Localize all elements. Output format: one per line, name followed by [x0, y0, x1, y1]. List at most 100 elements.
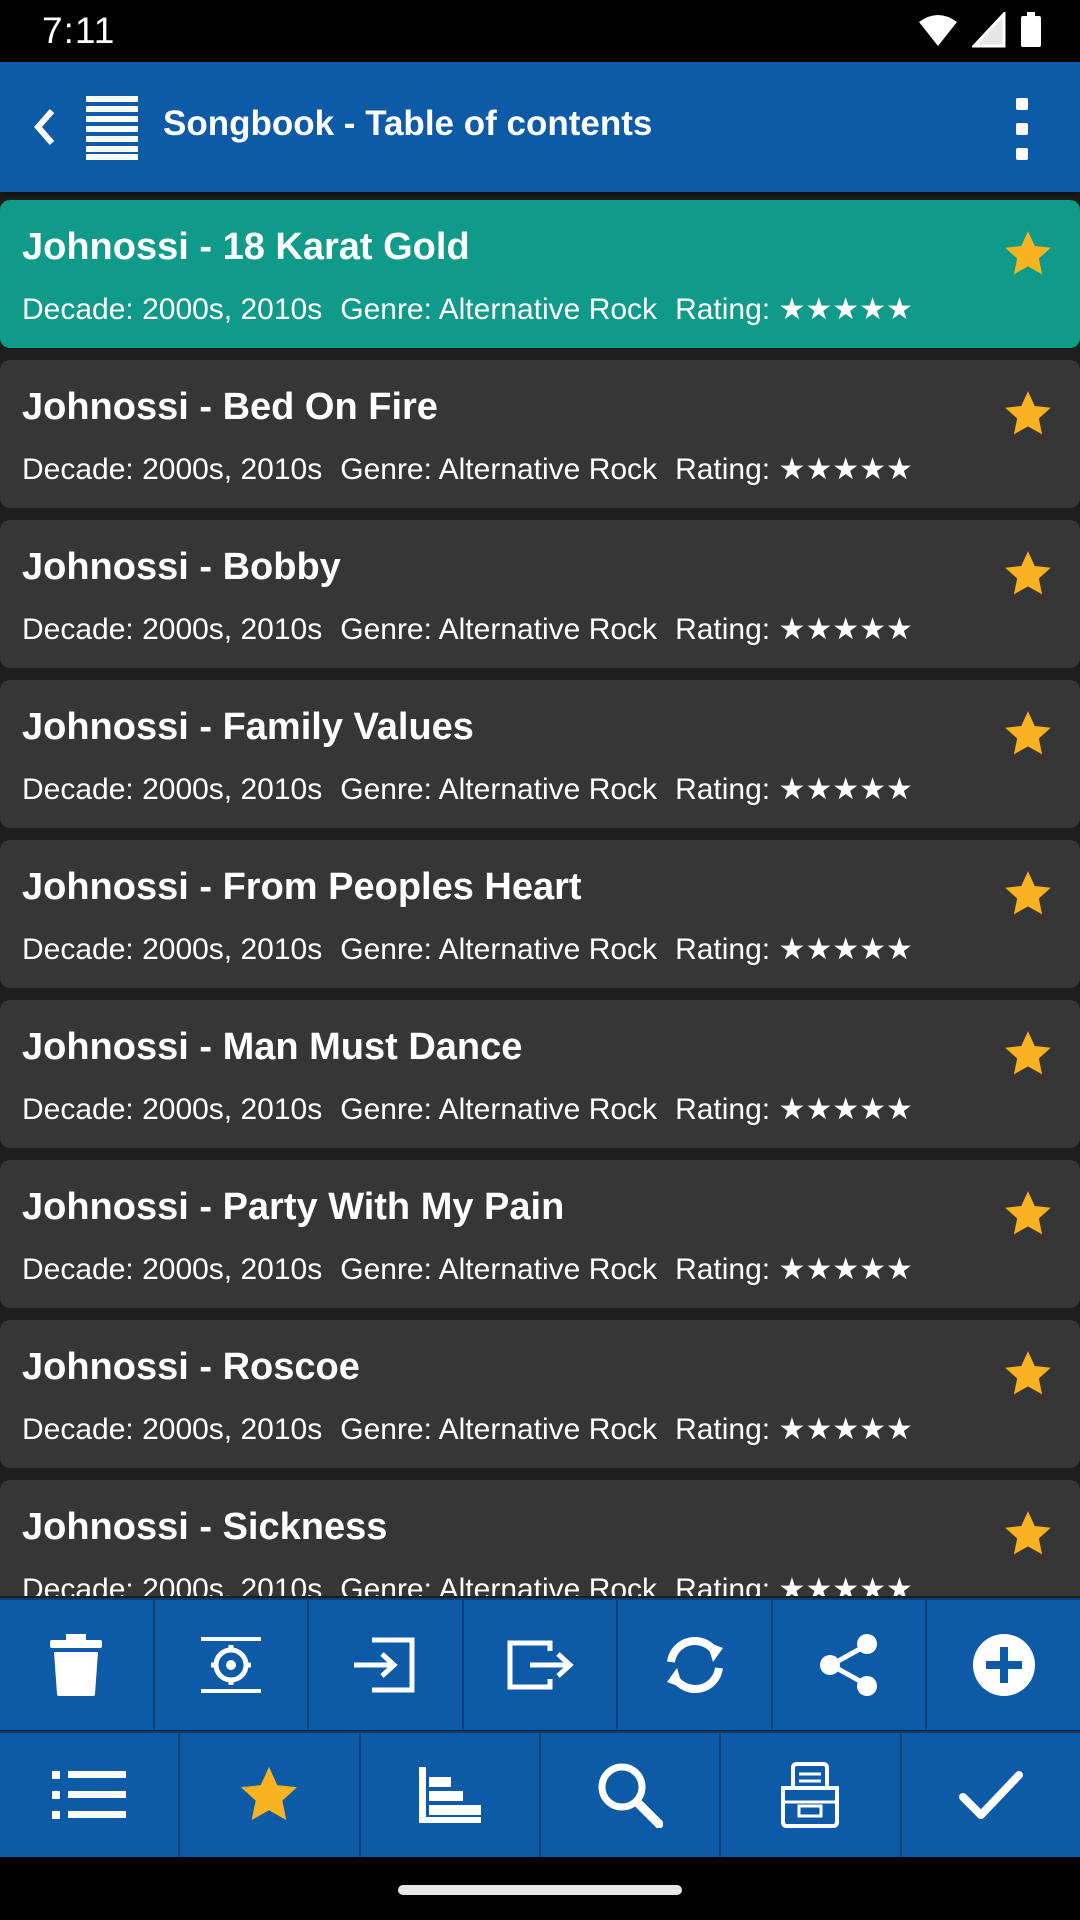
add-button[interactable]	[927, 1600, 1080, 1730]
song-genre: Genre: Alternative Rock	[340, 293, 658, 326]
song-meta: Decade: 2000s, 2010s Genre: Alternative R…	[22, 1092, 931, 1127]
song-genre: Genre: Alternative Rock	[340, 1253, 658, 1286]
favorite-star-icon[interactable]	[1002, 228, 1054, 280]
export-icon	[507, 1640, 574, 1690]
favorite-star-icon[interactable]	[1002, 1028, 1054, 1080]
settings-button[interactable]	[155, 1600, 310, 1730]
favorites-button[interactable]	[180, 1733, 361, 1857]
favorite-star-icon[interactable]	[1002, 388, 1054, 440]
overflow-menu-button[interactable]	[1010, 98, 1034, 160]
song-decade: Decade: 2000s, 2010s	[22, 293, 323, 326]
app-root: 7:11 Songbook - Table of contents Johnos…	[0, 0, 1080, 1920]
song-meta: Decade: 2000s, 2010s Genre: Alternative R…	[22, 1252, 931, 1287]
song-list-item[interactable]: Johnossi - Sickness Decade: 2000s, 2010s G…	[0, 1480, 1080, 1596]
print-button[interactable]	[721, 1733, 902, 1857]
status-time: 7:11	[42, 10, 116, 51]
settings-gear-icon	[200, 1637, 261, 1693]
song-list-item[interactable]: Johnossi - 18 Karat Gold Decade: 2000s, 2…	[0, 200, 1080, 348]
song-rating: Rating: ★★★★★	[675, 1093, 913, 1126]
print-icon	[781, 1762, 840, 1828]
search-icon	[598, 1763, 664, 1828]
favorite-star-icon[interactable]	[1002, 1348, 1054, 1400]
table-of-contents-icon	[86, 96, 138, 160]
song-rating: Rating: ★★★★★	[675, 453, 913, 486]
list-view-button[interactable]	[0, 1733, 181, 1857]
add-circle-icon	[972, 1634, 1035, 1696]
song-genre: Genre: Alternative Rock	[340, 1093, 658, 1126]
import-icon	[354, 1637, 415, 1693]
menu-dot-icon	[1016, 123, 1028, 135]
song-genre: Genre: Alternative Rock	[340, 773, 658, 806]
star-icon	[241, 1767, 298, 1821]
song-title: Johnossi - Roscoe	[22, 1346, 360, 1388]
checkmark-icon	[958, 1771, 1023, 1819]
share-button[interactable]	[773, 1600, 928, 1730]
wifi-icon	[919, 15, 957, 46]
song-meta: Decade: 2000s, 2010s Genre: Alternative R…	[22, 1412, 931, 1447]
trash-icon	[50, 1634, 103, 1696]
song-decade: Decade: 2000s, 2010s	[22, 1573, 323, 1596]
sync-icon	[666, 1636, 723, 1694]
list-icon	[52, 1771, 127, 1819]
song-rating: Rating: ★★★★★	[675, 1413, 913, 1446]
song-title: Johnossi - From Peoples Heart	[22, 866, 582, 908]
song-meta: Decade: 2000s, 2010s Genre: Alternative R…	[22, 292, 931, 327]
song-list: Johnossi - 18 Karat Gold Decade: 2000s, 2…	[0, 196, 1080, 1596]
song-list-item[interactable]: Johnossi - Family Values Decade: 2000s, 2…	[0, 680, 1080, 828]
search-button[interactable]	[541, 1733, 722, 1857]
song-rating: Rating: ★★★★★	[675, 1573, 913, 1596]
song-decade: Decade: 2000s, 2010s	[22, 933, 323, 966]
song-rating: Rating: ★★★★★	[675, 613, 913, 646]
song-list-item[interactable]: Johnossi - Bed On Fire Decade: 2000s, 201…	[0, 360, 1080, 508]
song-meta: Decade: 2000s, 2010s Genre: Alternative R…	[22, 612, 931, 647]
song-list-item[interactable]: Johnossi - From Peoples Heart Decade: 200…	[0, 840, 1080, 988]
delete-button[interactable]	[0, 1600, 155, 1730]
song-decade: Decade: 2000s, 2010s	[22, 453, 323, 486]
song-rating: Rating: ★★★★★	[675, 933, 913, 966]
favorite-star-icon[interactable]	[1002, 1508, 1054, 1560]
app-bar: Songbook - Table of contents	[0, 62, 1080, 192]
song-title: Johnossi - 18 Karat Gold	[22, 226, 470, 268]
share-icon	[820, 1634, 878, 1696]
song-decade: Decade: 2000s, 2010s	[22, 1253, 323, 1286]
song-title: Johnossi - Bobby	[22, 546, 341, 588]
song-genre: Genre: Alternative Rock	[340, 1413, 658, 1446]
menu-dot-icon	[1016, 148, 1028, 160]
favorite-star-icon[interactable]	[1002, 708, 1054, 760]
export-button[interactable]	[464, 1600, 619, 1730]
song-title: Johnossi - Man Must Dance	[22, 1026, 523, 1068]
song-rating: Rating: ★★★★★	[675, 1253, 913, 1286]
action-toolbar	[0, 1598, 1080, 1730]
bar-sort-icon	[418, 1767, 481, 1823]
back-button[interactable]	[14, 92, 74, 162]
song-rating: Rating: ★★★★★	[675, 773, 913, 806]
song-list-item[interactable]: Johnossi - Party With My Pain Decade: 200…	[0, 1160, 1080, 1308]
navigation-toolbar	[0, 1731, 1080, 1857]
song-meta: Decade: 2000s, 2010s Genre: Alternative R…	[22, 772, 931, 807]
song-genre: Genre: Alternative Rock	[340, 933, 658, 966]
song-decade: Decade: 2000s, 2010s	[22, 773, 323, 806]
song-list-item[interactable]: Johnossi - Man Must Dance Decade: 2000s, …	[0, 1000, 1080, 1148]
song-title: Johnossi - Sickness	[22, 1506, 388, 1548]
song-rating: Rating: ★★★★★	[675, 293, 913, 326]
song-list-item[interactable]: Johnossi - Bobby Decade: 2000s, 2010s Genr…	[0, 520, 1080, 668]
favorite-star-icon[interactable]	[1002, 868, 1054, 920]
song-meta: Decade: 2000s, 2010s Genre: Alternative R…	[22, 452, 931, 487]
status-bar: 7:11	[0, 0, 1080, 62]
favorite-star-icon[interactable]	[1002, 1188, 1054, 1240]
sync-button[interactable]	[618, 1600, 773, 1730]
menu-dot-icon	[1016, 98, 1028, 110]
import-button[interactable]	[309, 1600, 464, 1730]
sort-button[interactable]	[361, 1733, 541, 1857]
song-decade: Decade: 2000s, 2010s	[22, 1413, 323, 1446]
song-genre: Genre: Alternative Rock	[340, 453, 658, 486]
favorite-star-icon[interactable]	[1002, 548, 1054, 600]
song-meta: Decade: 2000s, 2010s Genre: Alternative R…	[22, 932, 931, 967]
song-title: Johnossi - Bed On Fire	[22, 386, 438, 428]
song-genre: Genre: Alternative Rock	[340, 613, 658, 646]
song-list-item[interactable]: Johnossi - Roscoe Decade: 2000s, 2010s Gen…	[0, 1320, 1080, 1468]
battery-icon	[1021, 12, 1041, 47]
home-gesture-handle[interactable]	[398, 1885, 682, 1895]
song-decade: Decade: 2000s, 2010s	[22, 1093, 323, 1126]
confirm-button[interactable]	[902, 1733, 1080, 1857]
